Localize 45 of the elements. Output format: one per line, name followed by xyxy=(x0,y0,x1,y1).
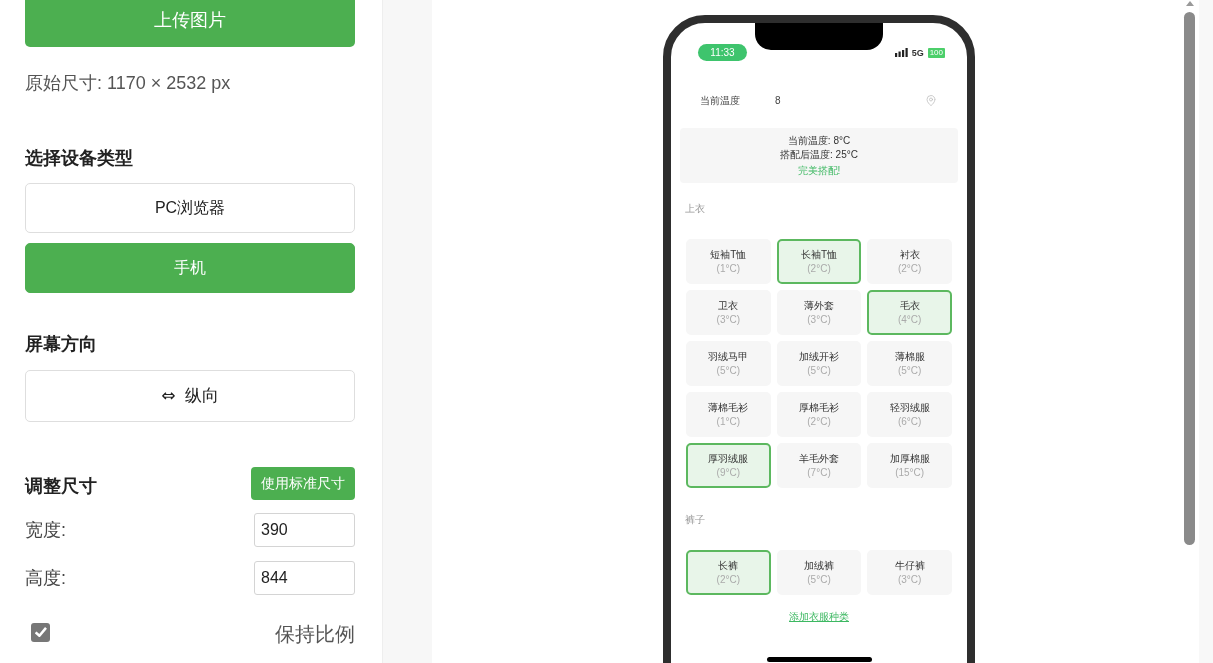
scroll-up-arrow-icon[interactable] xyxy=(1185,1,1194,6)
temperature-label: 当前温度 xyxy=(700,93,740,108)
clothing-option-card[interactable]: 轻羽绒服 (6°C) xyxy=(867,392,952,437)
category-title: 裤子 xyxy=(685,514,705,526)
device-type-button[interactable]: PC浏览器 xyxy=(25,183,355,233)
clothing-option-card[interactable]: 卫衣 (3°C) xyxy=(686,290,771,335)
clothing-option-card[interactable]: 短袖T恤 (1°C) xyxy=(686,239,771,284)
time-pill: 11:33 xyxy=(698,44,747,61)
clothing-option-card[interactable]: 衬衣 (2°C) xyxy=(867,239,952,284)
orientation-button[interactable]: ⇔ 纵向 xyxy=(25,370,355,422)
category-title: 上衣 xyxy=(685,203,705,215)
matched-temperature-text: 搭配后温度: 25°C xyxy=(780,147,858,162)
match-verdict-text: 完美搭配! xyxy=(797,163,841,178)
clothing-option-card[interactable]: 厚羽绒服 (9°C) xyxy=(686,443,771,488)
dimension-input[interactable]: 844 xyxy=(254,561,355,595)
section-title: 屏幕方向 xyxy=(25,333,97,356)
section-title: 调整尺寸 xyxy=(25,474,97,498)
checkmark-icon xyxy=(34,627,47,637)
network-label: 5G xyxy=(911,47,924,58)
clothing-option-card[interactable]: 厚棉毛衫 (2°C) xyxy=(776,392,862,437)
clothing-option-card[interactable]: 牛仔裤 (3°C) xyxy=(867,550,952,595)
clothing-option-card[interactable]: 加厚棉服 (15°C) xyxy=(867,443,952,488)
clothing-option-card[interactable]: 加绒裤 (5°C) xyxy=(776,550,862,595)
clothing-option-card[interactable]: 羊毛外套 (7°C) xyxy=(776,443,862,488)
clothing-option-card[interactable]: 长袖T恤 (2°C) xyxy=(776,239,862,284)
temperature-value: 8 xyxy=(775,93,781,108)
original-size-text: 原始尺寸: 1170 × 2532 px xyxy=(25,72,231,95)
keep-ratio-label: 保持比例 xyxy=(275,622,355,647)
clothing-option-card[interactable]: 毛衣 (4°C) xyxy=(867,290,952,335)
clothing-option-card[interactable]: 薄棉毛衫 (1°C) xyxy=(686,392,771,437)
dimension-input[interactable]: 390 xyxy=(254,513,355,547)
battery-indicator: 100 xyxy=(927,47,945,58)
clothing-option-card[interactable]: 羽绒马甲 (5°C) xyxy=(686,341,771,386)
checkbox[interactable] xyxy=(31,622,50,642)
field-label: 宽度: xyxy=(25,519,66,542)
section-title: 选择设备类型 xyxy=(25,147,133,170)
clothing-option-card[interactable]: 薄棉服 (5°C) xyxy=(867,341,952,386)
signal-bars-icon xyxy=(894,48,908,57)
current-temperature-text: 当前温度: 8°C xyxy=(787,133,851,148)
scrollbar-thumb[interactable] xyxy=(1184,12,1195,545)
clothing-option-card[interactable]: 加绒开衫 (5°C) xyxy=(776,341,862,386)
clothing-option-card[interactable]: 薄外套 (3°C) xyxy=(776,290,862,335)
location-pin-icon[interactable] xyxy=(925,93,937,107)
field-label: 高度: xyxy=(25,567,66,590)
clothing-option-card[interactable]: 长裤 (2°C) xyxy=(686,550,771,595)
